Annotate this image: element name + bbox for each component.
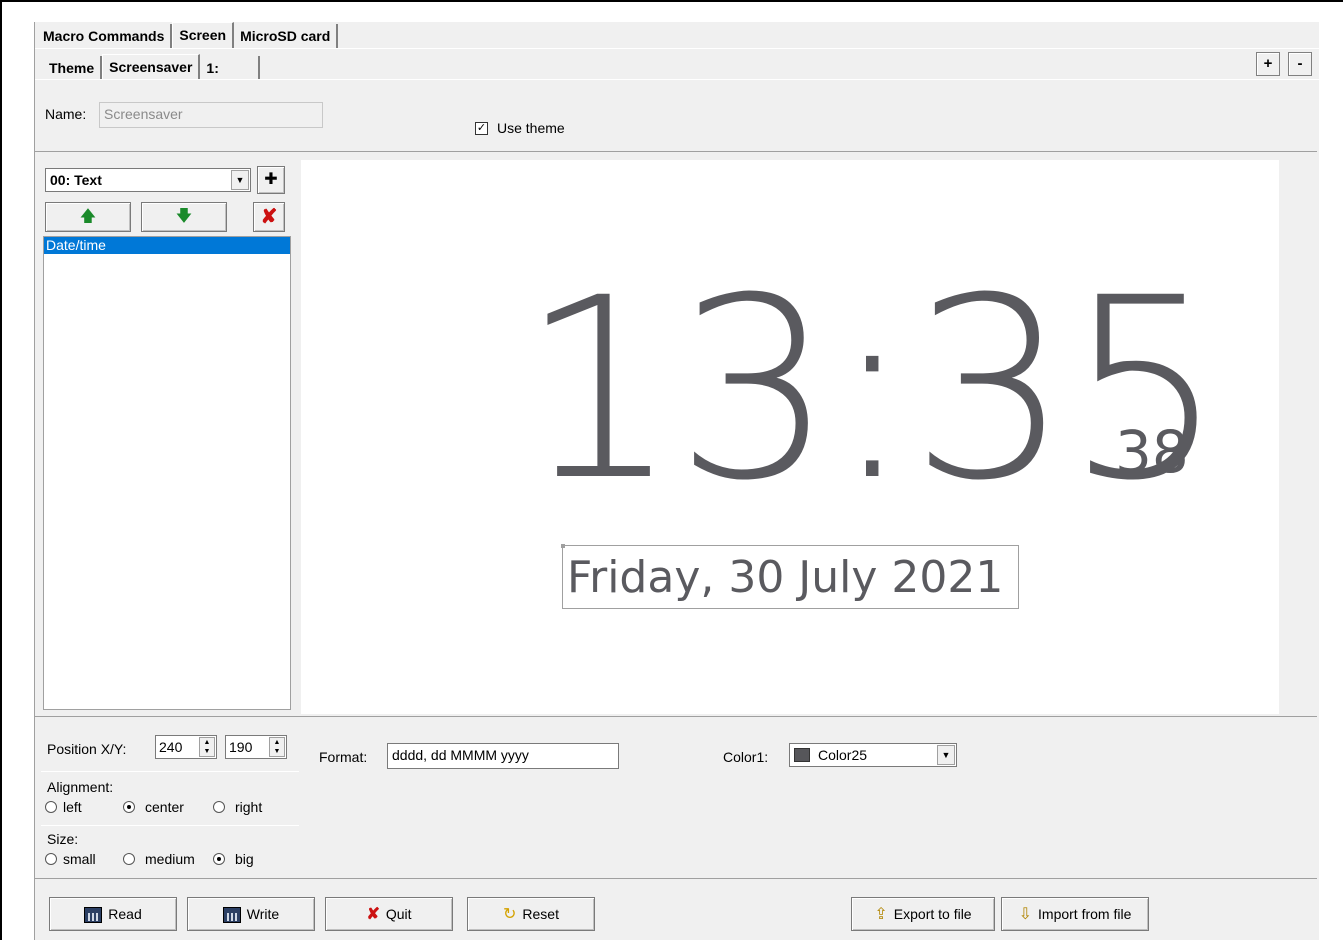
export-label: Export to file <box>893 906 972 922</box>
color1-value: Color25 <box>818 747 868 763</box>
reset-icon: ↻ <box>503 906 517 924</box>
selection-handle[interactable] <box>561 544 565 548</box>
preview-seconds: 38 <box>1115 418 1189 486</box>
delete-icon: ✘ <box>260 206 278 228</box>
screen-subtabs: Theme Screensaver 1: <box>43 54 261 80</box>
size-label: Size: <box>47 831 79 847</box>
write-button[interactable]: Write <box>187 897 315 931</box>
size-medium-label: medium <box>145 851 195 867</box>
read-button[interactable]: Read <box>49 897 177 931</box>
list-item[interactable]: Date/time <box>44 237 290 254</box>
move-down-button[interactable]: 🡇 <box>141 202 227 232</box>
size-big-label: big <box>235 851 254 867</box>
color-swatch <box>794 748 810 762</box>
name-label: Name: <box>45 106 87 122</box>
preview-date: Friday, 30 July 2021 <box>567 552 1004 603</box>
size-medium-radio[interactable] <box>123 853 135 865</box>
color1-label: Color1: <box>723 749 769 765</box>
position-x-value: 240 <box>159 739 183 755</box>
align-left-radio[interactable] <box>45 801 57 813</box>
reset-button[interactable]: ↻ Reset <box>467 897 595 931</box>
export-icon: ⇪ <box>874 906 888 924</box>
move-up-button[interactable]: 🡅 <box>45 202 131 232</box>
screen-preview: 13:35 38 Friday, 30 July 2021 <box>301 160 1279 714</box>
size-small-radio[interactable] <box>45 853 57 865</box>
preview-gutter <box>1279 152 1317 716</box>
delete-element-button[interactable]: ✘ <box>253 202 285 232</box>
add-tab-button[interactable]: + <box>1256 52 1280 76</box>
close-icon: ✘ <box>366 906 380 924</box>
position-x-input[interactable]: 240 ▲ ▼ <box>155 735 217 759</box>
calculator-icon <box>84 907 103 924</box>
align-right-label: right <box>235 799 263 815</box>
spinner-icon[interactable]: ▲ ▼ <box>269 737 285 757</box>
size-big-radio[interactable] <box>213 853 225 865</box>
footer-toolbar: Read Write ✘ Quit ↻ Reset ⇪ Export to file … <box>35 878 1317 940</box>
align-center-label: center <box>145 799 184 815</box>
add-element-button[interactable]: ✚ <box>257 166 285 194</box>
tab-screensaver[interactable]: Screensaver <box>102 54 201 80</box>
calculator-icon <box>222 907 241 924</box>
properties-panel: Position X/Y: 240 ▲ ▼ 190 ▲ ▼ Alignment: l… <box>35 716 1317 878</box>
tab-screen-1[interactable]: 1: <box>200 56 261 80</box>
chevron-down-icon: ▼ <box>231 170 249 190</box>
alignment-label: Alignment: <box>47 779 114 795</box>
tab-microsd-card[interactable]: MicroSD card <box>234 24 339 48</box>
import-icon: ⇩ <box>1018 906 1033 924</box>
write-label: Write <box>246 906 280 922</box>
spinner-icon[interactable]: ▲ ▼ <box>199 737 215 757</box>
divider <box>41 771 299 772</box>
import-button[interactable]: ⇩ Import from file <box>1001 897 1149 931</box>
reset-label: Reset <box>522 906 559 922</box>
align-left-label: left <box>63 799 82 815</box>
arrow-down-icon: 🡇 <box>175 208 193 225</box>
element-type-select[interactable]: 00: Text ▼ <box>45 168 251 192</box>
align-right-radio[interactable] <box>213 801 225 813</box>
format-field[interactable]: dddd, dd MMMM yyyy <box>387 743 619 769</box>
plus-icon: ✚ <box>264 171 278 188</box>
position-y-value: 190 <box>229 739 253 755</box>
name-panel: Name: Screensaver ✓ Use theme <box>35 80 1317 152</box>
use-theme-label: Use theme <box>497 120 565 136</box>
read-label: Read <box>108 906 142 922</box>
chevron-down-icon: ▼ <box>937 745 955 765</box>
quit-label: Quit <box>385 906 412 922</box>
remove-tab-button[interactable]: - <box>1288 52 1312 76</box>
tab-macro-commands[interactable]: Macro Commands <box>37 24 173 48</box>
size-small-label: small <box>63 851 96 867</box>
format-label: Format: <box>319 749 368 765</box>
tab-divider <box>35 48 1320 49</box>
import-label: Import from file <box>1038 906 1132 922</box>
position-y-input[interactable]: 190 ▲ ▼ <box>225 735 287 759</box>
preview-date-element[interactable]: Friday, 30 July 2021 <box>561 544 1019 609</box>
position-label: Position X/Y: <box>47 741 127 757</box>
tab-screen[interactable]: Screen <box>172 22 235 48</box>
use-theme-checkbox[interactable]: ✓ <box>475 122 488 135</box>
element-list: Date/time <box>43 236 291 710</box>
color1-select[interactable]: Color25 ▼ <box>789 743 957 767</box>
arrow-up-icon: 🡅 <box>79 208 97 225</box>
align-center-radio[interactable] <box>123 801 135 813</box>
quit-button[interactable]: ✘ Quit <box>325 897 453 931</box>
editor-window: Macro Commands Screen MicroSD card Theme… <box>34 22 1320 940</box>
divider <box>41 825 299 826</box>
element-list-panel: 00: Text ▼ ✚ 🡅 🡇 ✘ Date/time <box>37 152 295 716</box>
export-button[interactable]: ⇪ Export to file <box>851 897 995 931</box>
name-field[interactable]: Screensaver <box>99 102 323 128</box>
main-tabs: Macro Commands Screen MicroSD card <box>37 22 339 48</box>
tab-theme[interactable]: Theme <box>43 56 103 80</box>
element-type-value: 00: Text <box>50 172 102 188</box>
